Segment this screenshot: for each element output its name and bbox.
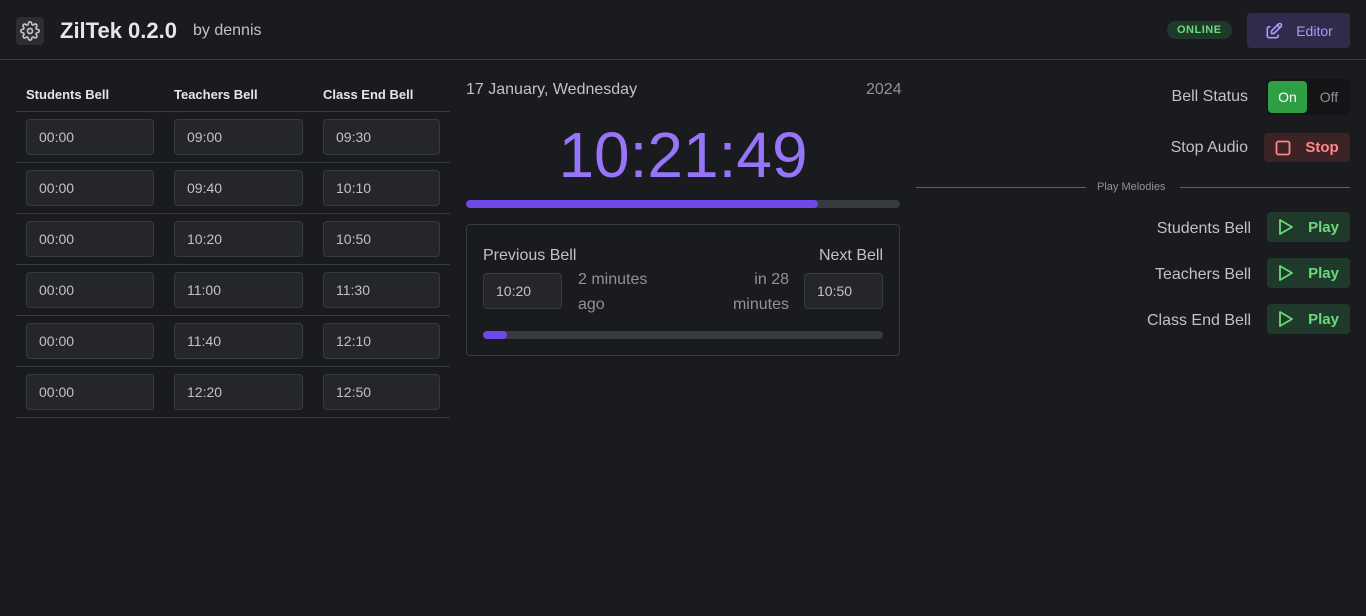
next-bell-relative: in 28 minutes xyxy=(732,271,789,313)
status-badge: ONLINE xyxy=(1167,21,1232,39)
previous-bell-label: Previous Bell xyxy=(483,247,577,264)
table-row: 00:00 12:20 12:50 xyxy=(16,367,450,418)
app-header: ZilTek 0.2.0 by dennis ONLINE Editor xyxy=(0,0,1366,60)
current-year: 2024 xyxy=(866,81,902,98)
play-teachers-bell-button[interactable]: Play xyxy=(1267,258,1350,288)
header-class-end-bell: Class End Bell xyxy=(323,87,414,102)
bell-status-card: Previous Bell Next Bell 10:20 2 minutes … xyxy=(466,224,900,356)
clock-display: 10:21:49 xyxy=(558,119,808,191)
table-row: 00:00 11:40 12:10 xyxy=(16,316,450,367)
students-bell-input[interactable]: 00:00 xyxy=(26,221,154,257)
play-label: Play xyxy=(1308,218,1339,236)
play-label: Play xyxy=(1308,310,1339,328)
toggle-off[interactable]: Off xyxy=(1310,81,1348,113)
class-end-bell-input[interactable]: 11:30 xyxy=(323,272,440,308)
bell-progress-fill xyxy=(483,331,507,339)
class-end-bell-input[interactable]: 12:50 xyxy=(323,374,440,410)
teachers-bell-input[interactable]: 12:20 xyxy=(174,374,303,410)
students-bell-input[interactable]: 00:00 xyxy=(26,323,154,359)
play-students-bell-button[interactable]: Play xyxy=(1267,212,1350,242)
teachers-bell-input[interactable]: 11:00 xyxy=(174,272,303,308)
class-end-bell-input[interactable]: 10:50 xyxy=(323,221,440,257)
play-label: Play xyxy=(1308,264,1339,282)
editor-button[interactable]: Editor xyxy=(1247,13,1350,48)
app-title: ZilTek 0.2.0 xyxy=(60,18,177,43)
header-teachers-bell: Teachers Bell xyxy=(174,87,258,102)
table-header: Students Bell Teachers Bell Class End Be… xyxy=(16,60,450,112)
divider-left xyxy=(916,187,1086,188)
students-bell-input[interactable]: 00:00 xyxy=(26,272,154,308)
edit-icon xyxy=(1266,22,1283,39)
next-bell-label: Next Bell xyxy=(818,247,883,264)
bell-progress-bar xyxy=(483,331,883,339)
teachers-bell-input[interactable]: 09:40 xyxy=(174,170,303,206)
bell-status-toggle[interactable]: On Off xyxy=(1266,79,1350,115)
toggle-on[interactable]: On xyxy=(1268,81,1307,113)
header-students-bell: Students Bell xyxy=(26,87,110,102)
melody-label-students: Students Bell xyxy=(1156,220,1251,237)
day-progress-bar xyxy=(466,200,900,208)
table-row: 00:00 11:00 11:30 xyxy=(16,265,450,316)
class-end-bell-input[interactable]: 09:30 xyxy=(323,119,440,155)
settings-button[interactable] xyxy=(16,17,44,45)
class-end-bell-input[interactable]: 10:10 xyxy=(323,170,440,206)
bell-schedule-table: Students Bell Teachers Bell Class End Be… xyxy=(16,60,450,418)
play-icon xyxy=(1279,265,1293,281)
melody-label-class-end: Class End Bell xyxy=(1146,312,1251,329)
play-melodies-label: Play Melodies xyxy=(1097,181,1166,193)
students-bell-input[interactable]: 00:00 xyxy=(26,170,154,206)
previous-bell-relative: 2 minutes ago xyxy=(578,271,648,313)
play-class-end-bell-button[interactable]: Play xyxy=(1267,304,1350,334)
bell-status-label: Bell Status xyxy=(1171,88,1248,105)
table-row: 00:00 09:00 09:30 xyxy=(16,112,450,163)
table-row: 00:00 10:20 10:50 xyxy=(16,214,450,265)
stop-audio-label: Stop Audio xyxy=(1170,139,1248,156)
play-icon xyxy=(1279,311,1293,327)
previous-bell-time: 10:20 xyxy=(483,273,562,309)
stop-button[interactable]: Stop xyxy=(1264,133,1350,162)
class-end-bell-input[interactable]: 12:10 xyxy=(323,323,440,359)
teachers-bell-input[interactable]: 11:40 xyxy=(174,323,303,359)
teachers-bell-input[interactable]: 09:00 xyxy=(174,119,303,155)
day-progress-fill xyxy=(466,200,818,208)
stop-icon xyxy=(1275,140,1291,155)
table-row: 00:00 09:40 10:10 xyxy=(16,163,450,214)
stop-label: Stop xyxy=(1305,139,1339,156)
app-author: by dennis xyxy=(193,22,262,39)
editor-label: Editor xyxy=(1296,22,1333,39)
teachers-bell-input[interactable]: 10:20 xyxy=(174,221,303,257)
gear-icon xyxy=(20,21,40,41)
students-bell-input[interactable]: 00:00 xyxy=(26,119,154,155)
current-date: 17 January, Wednesday xyxy=(466,81,638,98)
divider-right xyxy=(1180,187,1350,188)
melody-label-teachers: Teachers Bell xyxy=(1154,266,1251,283)
next-bell-time: 10:50 xyxy=(804,273,883,309)
play-icon xyxy=(1279,219,1293,235)
students-bell-input[interactable]: 00:00 xyxy=(26,374,154,410)
